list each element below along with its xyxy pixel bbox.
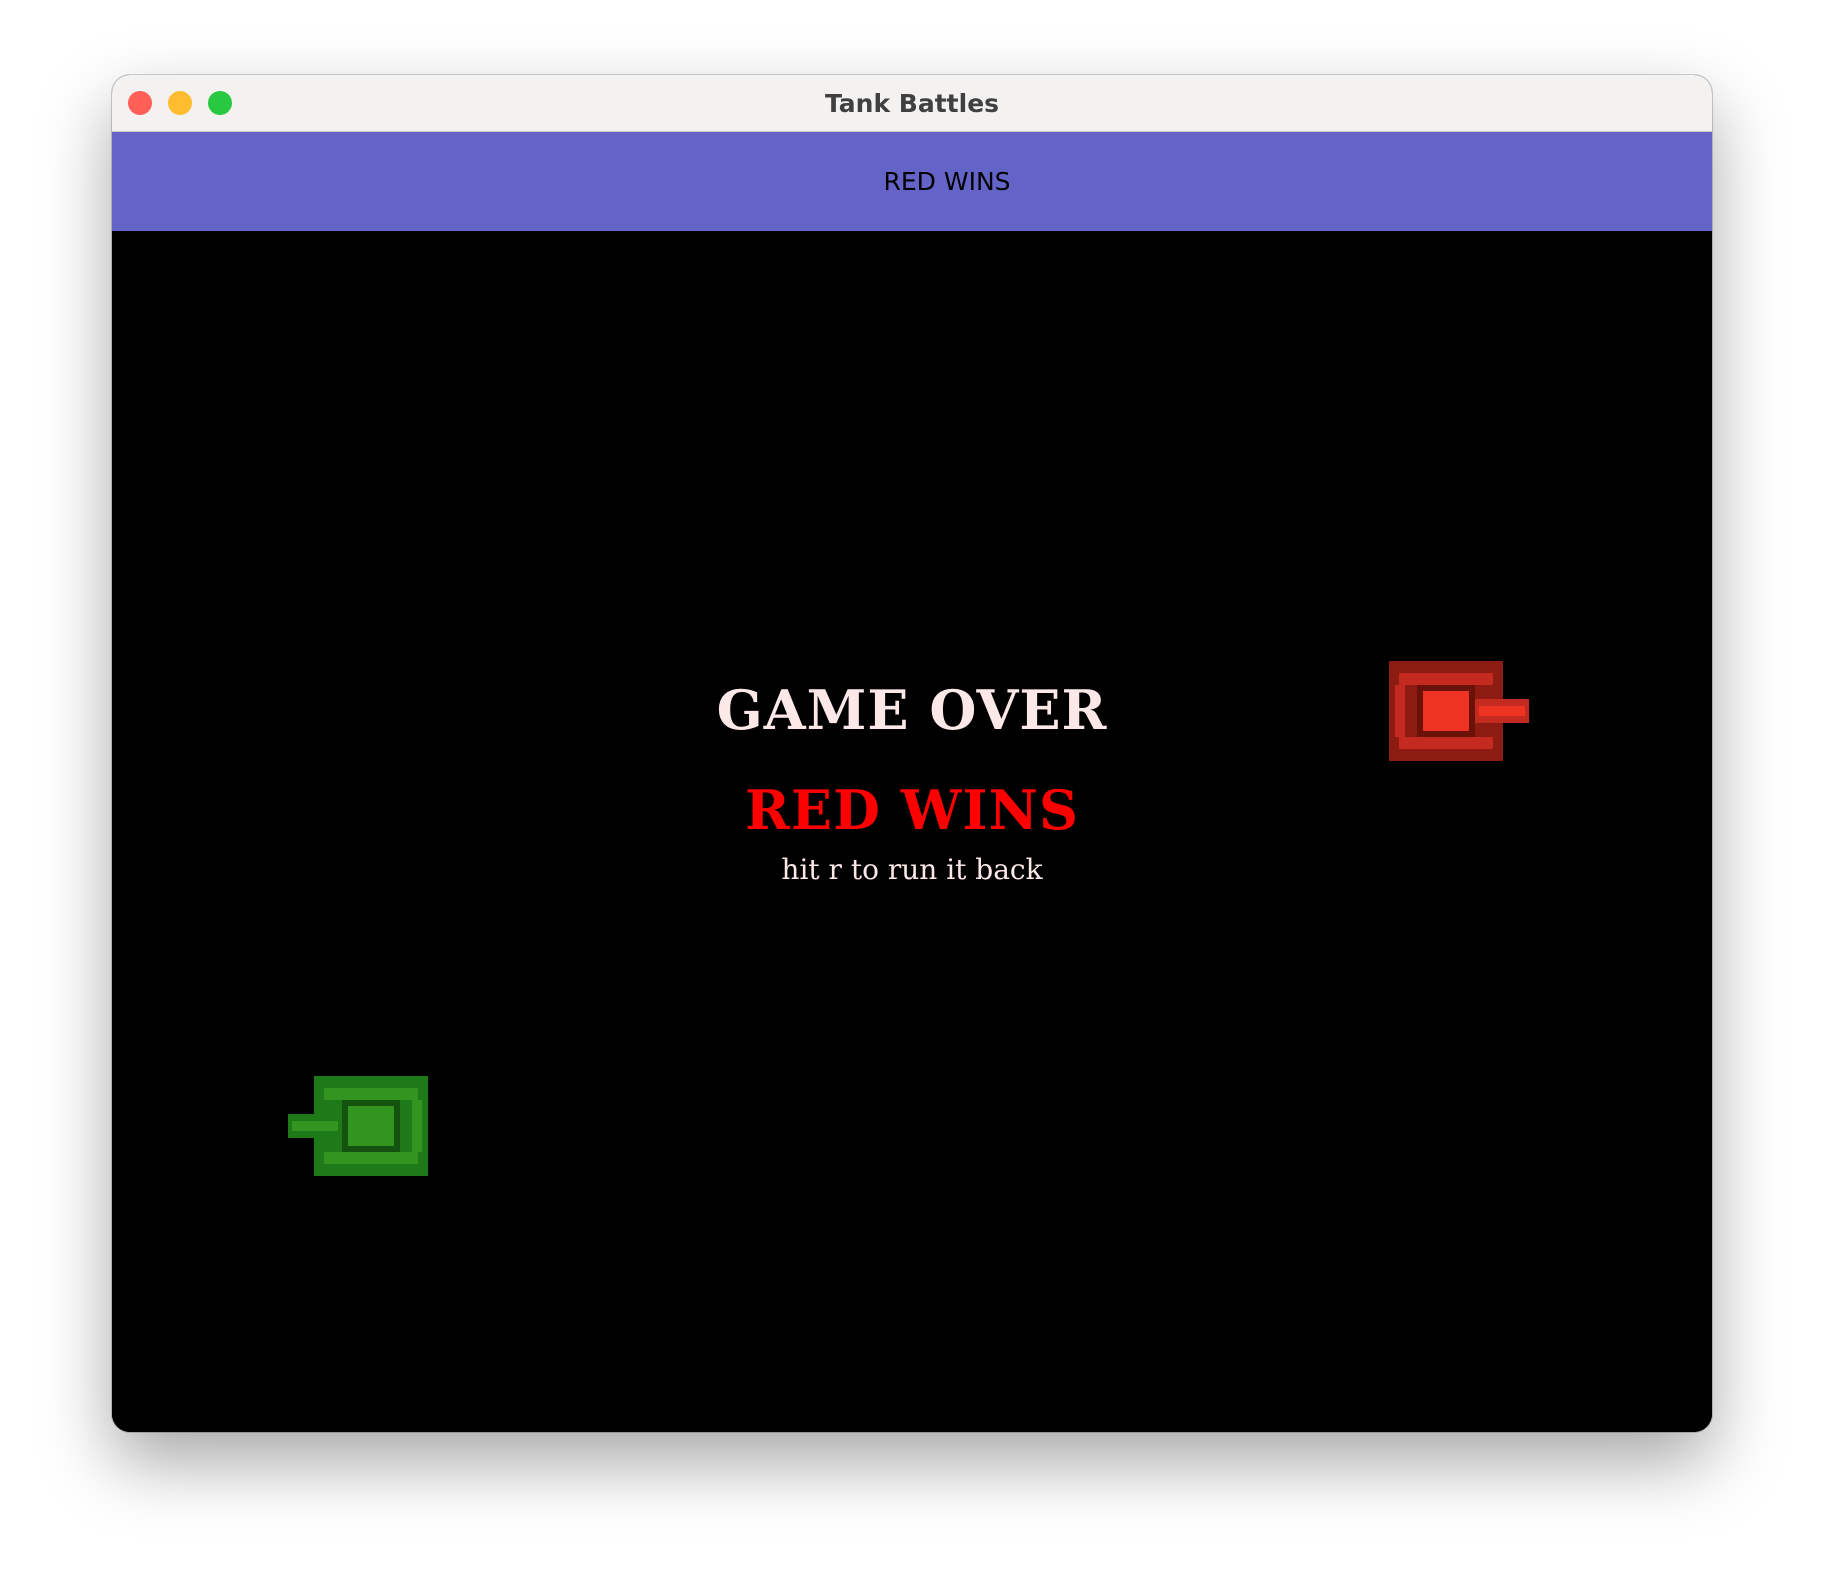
winner-text: RED WINS	[745, 778, 1079, 842]
status-text: RED WINS	[883, 167, 1011, 196]
green-tank-hatch	[412, 1100, 422, 1152]
game-field[interactable]: GAME OVER RED WINS hit r to run it back	[112, 231, 1712, 1432]
status-bar: RED WINS	[112, 132, 1712, 231]
green-tank-track-top	[324, 1088, 418, 1100]
green-tank	[288, 1076, 428, 1176]
title-bar[interactable]: Tank Battles	[112, 75, 1712, 132]
green-tank-track-bottom	[324, 1152, 418, 1164]
restart-hint: hit r to run it back	[781, 853, 1043, 886]
green-tank-barrel-core	[292, 1121, 338, 1131]
window-title: Tank Battles	[824, 89, 1000, 118]
green-tank-turret-top	[348, 1106, 394, 1146]
game-over-title: GAME OVER	[716, 678, 1108, 742]
game-window: Tank Battles RED WINS GAME OVER RED WINS	[112, 75, 1712, 1432]
